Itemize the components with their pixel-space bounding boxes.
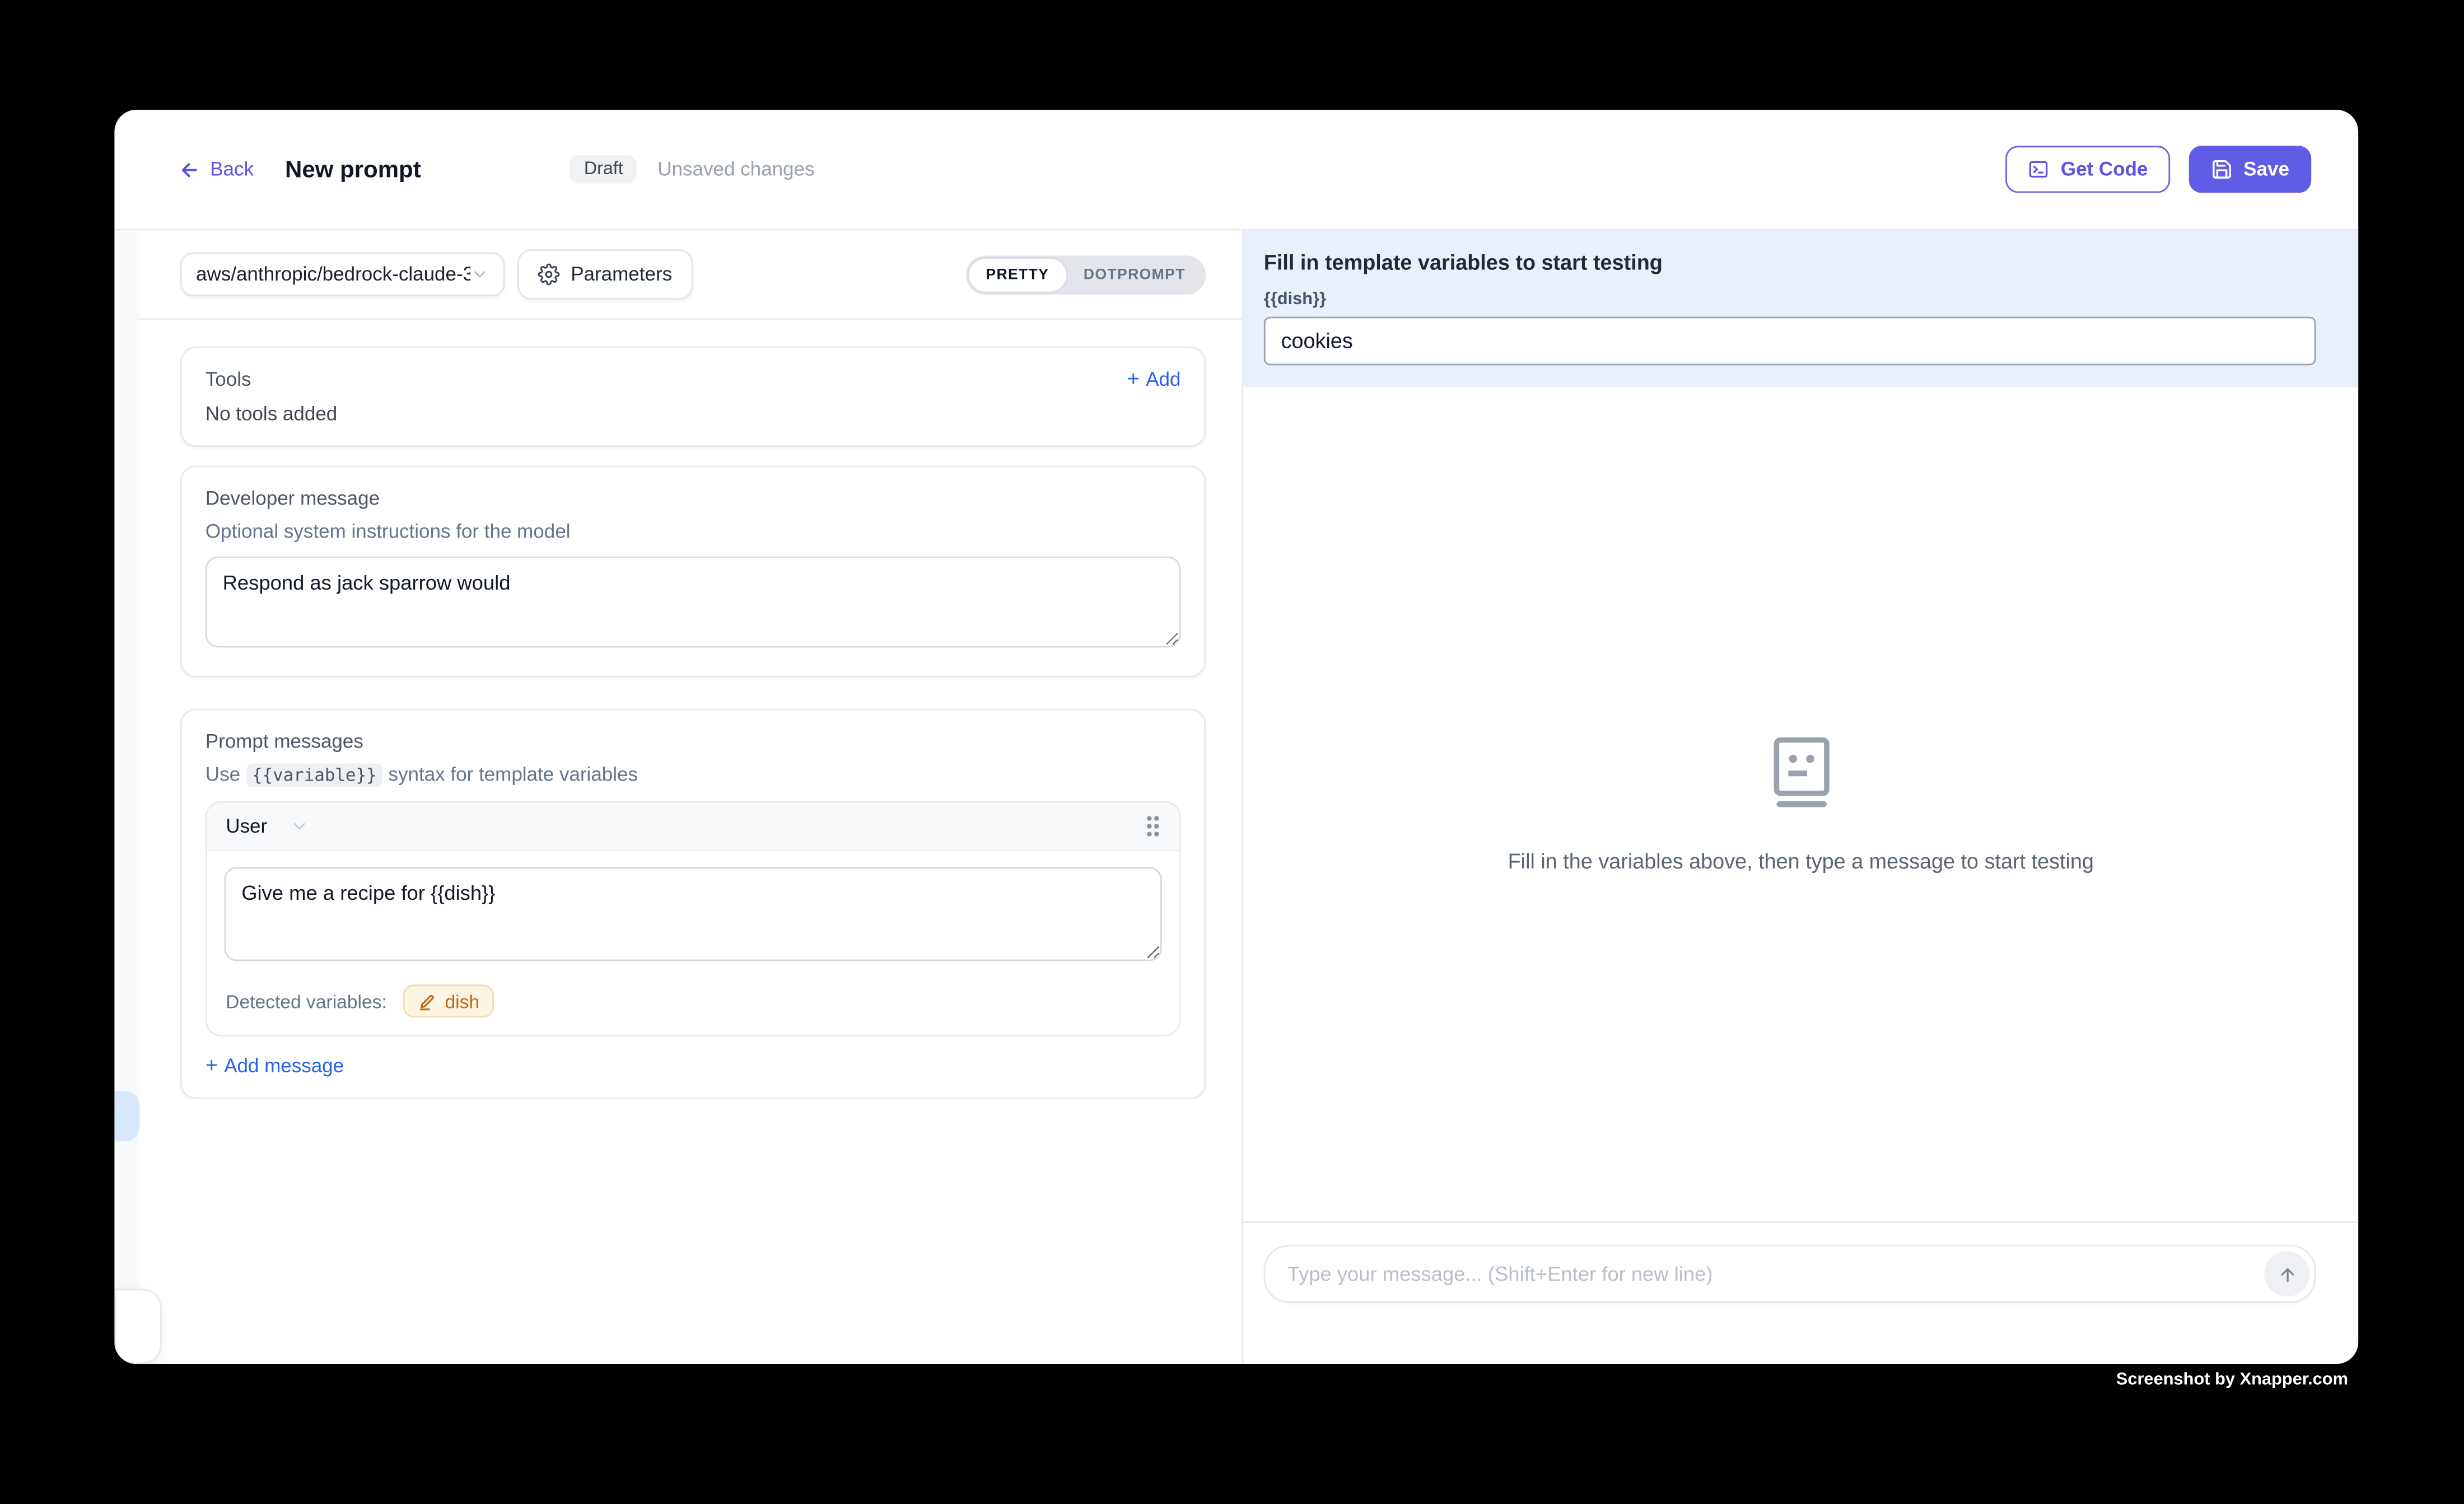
- test-panel: Fill in template variables to start test…: [1243, 231, 2358, 1363]
- header: Back New prompt Draft Unsaved changes Ge…: [114, 110, 2358, 231]
- save-icon: [2210, 158, 2232, 180]
- get-code-label: Get Code: [2061, 158, 2148, 180]
- app-window: Back New prompt Draft Unsaved changes Ge…: [114, 110, 2358, 1364]
- developer-message-textarea[interactable]: Respond as jack sparrow would: [206, 557, 1181, 647]
- developer-message-card: Developer message Optional system instru…: [180, 466, 1206, 678]
- detected-variables-label: Detected variables:: [226, 990, 387, 1012]
- message-body: Give me a recipe for {{dish}}: [207, 851, 1179, 969]
- model-selector-value: aws/anthropic/bedrock-claude-3-5-s...: [196, 263, 470, 285]
- chat-message-input[interactable]: [1284, 1260, 2264, 1287]
- editor-body: Tools + Add No tools added Developer mes…: [114, 320, 1242, 1099]
- parameters-button[interactable]: Parameters: [517, 249, 693, 300]
- draft-badge: Draft: [570, 155, 637, 183]
- page-title: New prompt: [285, 156, 421, 183]
- drag-handle-icon[interactable]: [1145, 814, 1160, 839]
- add-message-label: Add message: [224, 1055, 344, 1077]
- model-selector[interactable]: aws/anthropic/bedrock-claude-3-5-s...: [180, 253, 505, 296]
- back-button[interactable]: Back: [177, 157, 254, 181]
- message-card: User Give me a recipe for {{dis: [206, 801, 1181, 1036]
- developer-message-subtitle: Optional system instructions for the mod…: [206, 521, 1181, 543]
- editor-toolbar: aws/anthropic/bedrock-claude-3-5-s... Pa…: [114, 231, 1242, 320]
- arrow-up-icon: [2276, 1263, 2298, 1285]
- add-message-button[interactable]: + Add message: [206, 1055, 1181, 1077]
- subtitle-suffix: syntax for template variables: [389, 764, 638, 786]
- prompt-messages-card: Prompt messages Use {{variable}} syntax …: [180, 709, 1206, 1099]
- add-tool-button[interactable]: + Add: [1127, 368, 1181, 390]
- chat-input-row: [1243, 1221, 2358, 1362]
- message-textarea[interactable]: Give me a recipe for {{dish}}: [224, 867, 1161, 961]
- toggle-dotprompt[interactable]: DOTPROMPT: [1066, 258, 1203, 291]
- back-label: Back: [210, 158, 254, 180]
- variable-chip-dish[interactable]: dish: [403, 984, 493, 1017]
- prompt-messages-title: Prompt messages: [206, 731, 1181, 753]
- bot-face-icon: [1772, 736, 1829, 809]
- tools-card: Tools + Add No tools added: [180, 347, 1206, 447]
- template-variables-box: Fill in template variables to start test…: [1243, 231, 2358, 387]
- variable-key-label: {{dish}}: [1264, 290, 2316, 309]
- terminal-icon: [2028, 158, 2050, 180]
- watermark-text: Screenshot by Xnapper.com: [2116, 1370, 2348, 1389]
- prompt-editor-panel: aws/anthropic/bedrock-claude-3-5-s... Pa…: [114, 231, 1243, 1363]
- plus-icon: +: [206, 1055, 218, 1077]
- left-sidebar-sliver: [114, 232, 138, 1364]
- view-mode-toggle: PRETTY DOTPROMPT: [965, 255, 1206, 294]
- role-select-value[interactable]: User: [226, 815, 267, 837]
- chevron-down-icon[interactable]: [291, 817, 310, 836]
- variables-title: Fill in template variables to start test…: [1264, 251, 2316, 274]
- back-arrow-icon: [177, 157, 200, 181]
- plus-icon: +: [1127, 369, 1140, 390]
- variable-value-input[interactable]: [1264, 317, 2316, 366]
- get-code-button[interactable]: Get Code: [2006, 146, 2170, 193]
- chevron-down-icon: [470, 265, 489, 284]
- variable-syntax-chip: {{variable}}: [246, 764, 383, 787]
- screenshot-stage: Back New prompt Draft Unsaved changes Ge…: [0, 0, 2464, 1504]
- save-label: Save: [2243, 158, 2289, 180]
- detected-variables-row: Detected variables: dish: [207, 969, 1179, 1035]
- chat-empty-state: Fill in the variables above, then type a…: [1243, 387, 2358, 1222]
- chat-input-pill: [1264, 1245, 2316, 1303]
- send-button[interactable]: [2264, 1251, 2309, 1296]
- tools-empty-text: No tools added: [206, 403, 1181, 425]
- prompt-messages-subtitle: Use {{variable}} syntax for template var…: [206, 764, 1181, 786]
- toggle-pretty[interactable]: PRETTY: [969, 258, 1067, 291]
- tools-card-title: Tools: [206, 368, 251, 390]
- sidebar-selected-item-sliver: [114, 1091, 138, 1142]
- pencil-icon: [417, 991, 437, 1011]
- empty-state-text: Fill in the variables above, then type a…: [1508, 849, 2094, 872]
- unsaved-changes-text: Unsaved changes: [657, 158, 814, 180]
- parameters-label: Parameters: [571, 263, 672, 285]
- add-tool-label: Add: [1146, 368, 1180, 390]
- variable-chip-label: dish: [445, 990, 479, 1012]
- developer-message-title: Developer message: [206, 488, 1181, 510]
- message-role-row: User: [207, 803, 1179, 852]
- subtitle-prefix: Use: [206, 764, 240, 786]
- main-content: aws/anthropic/bedrock-claude-3-5-s... Pa…: [114, 231, 2358, 1363]
- gear-icon: [538, 263, 559, 285]
- bottom-left-popover-sliver: [114, 1289, 161, 1364]
- save-button[interactable]: Save: [2188, 146, 2311, 193]
